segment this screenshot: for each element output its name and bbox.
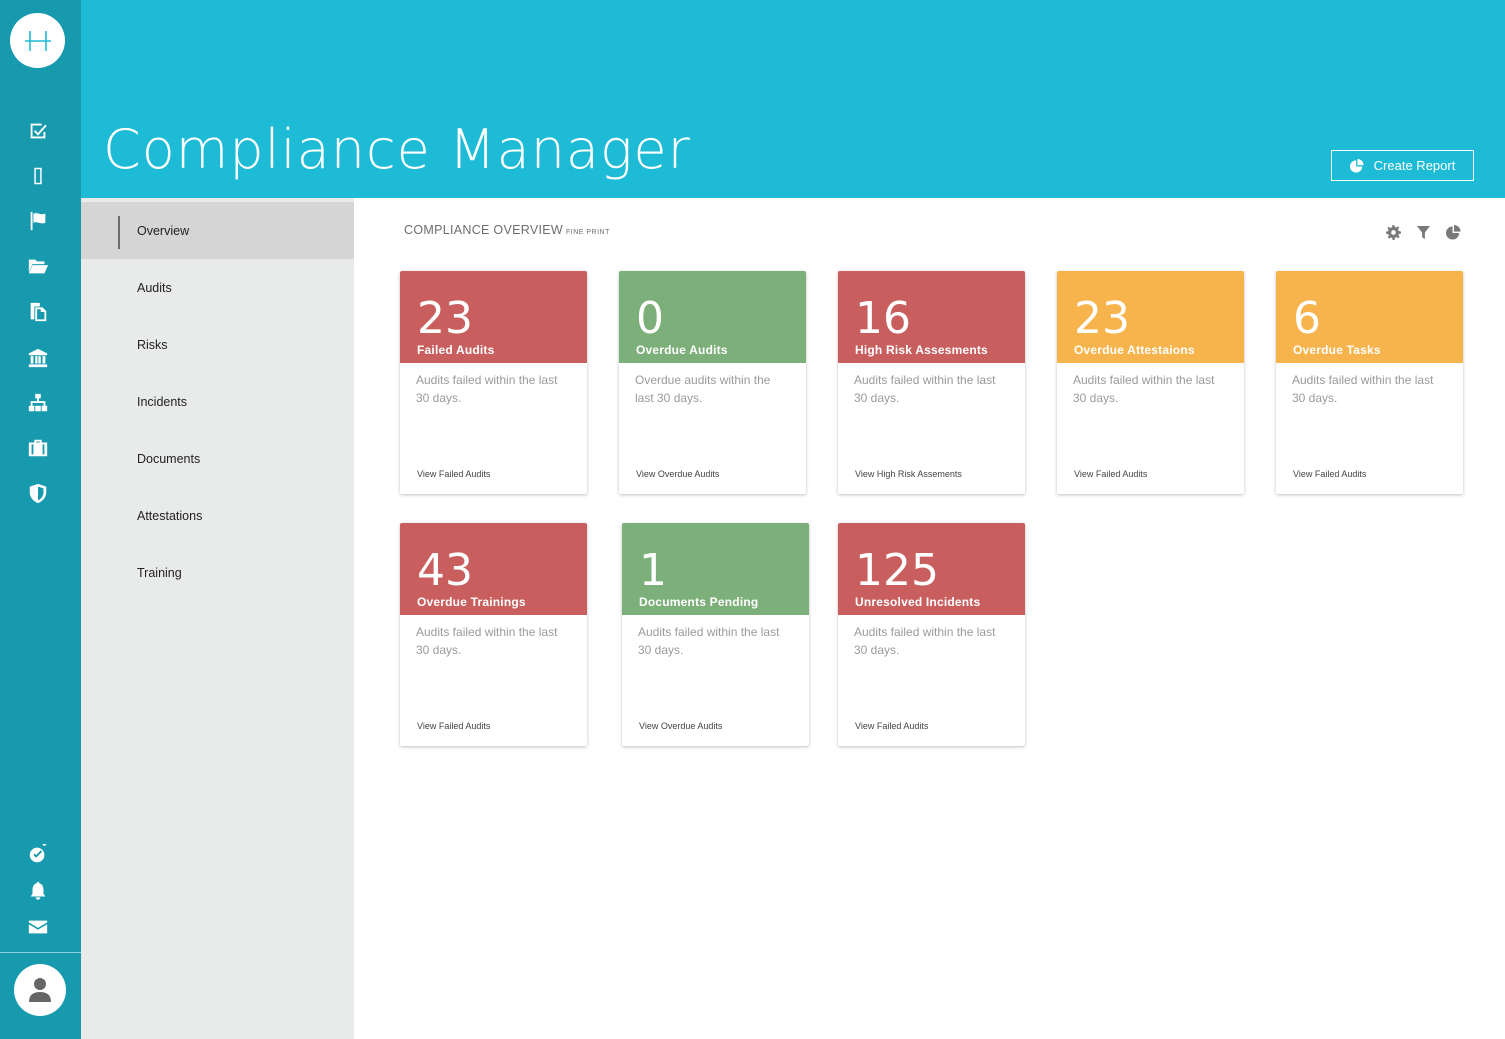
card-description: Audits failed within the last 30 days. — [416, 625, 558, 657]
card-description: Audits failed within the last 30 days. — [854, 625, 996, 657]
folder-open-icon[interactable] — [24, 253, 52, 279]
sitemap-icon[interactable] — [24, 390, 52, 416]
card-header: 16 High Risk Assesments — [838, 271, 1025, 363]
briefcase-icon[interactable] — [24, 435, 52, 461]
nav-item-label: Attestations — [137, 508, 203, 523]
nav-item-label: Incidents — [137, 394, 188, 409]
section-title-text: COMPLIANCE OVERVIEW — [404, 223, 563, 237]
mobile-icon[interactable] — [24, 163, 52, 189]
check-circle-icon[interactable] — [24, 842, 52, 868]
create-report-label: Create Report — [1373, 158, 1456, 173]
rail-divider — [0, 952, 81, 953]
card-link[interactable]: View Overdue Audits — [636, 469, 719, 479]
shield-icon[interactable] — [24, 480, 52, 506]
pie-chart-icon — [1349, 158, 1364, 173]
card-label: Overdue Trainings — [417, 595, 526, 609]
card-description: Audits failed within the last 30 days. — [638, 625, 780, 657]
nav-item-label: Training — [137, 565, 182, 580]
card-value: 23 — [1074, 293, 1130, 344]
card-link[interactable]: View Failed Audits — [1293, 469, 1366, 479]
fine-print: FINE PRINT — [565, 229, 610, 236]
nav-item-attestations[interactable]: Attestations — [81, 487, 354, 544]
user-icon — [29, 978, 51, 1002]
card-value: 6 — [1293, 293, 1321, 344]
app-logo[interactable] — [10, 13, 65, 68]
avatar[interactable] — [14, 964, 66, 1016]
card-label: Overdue Tasks — [1293, 343, 1381, 357]
card-link[interactable]: View Overdue Audits — [639, 721, 722, 731]
card-value: 16 — [855, 293, 911, 344]
bell-icon[interactable] — [24, 878, 52, 904]
gear-icon[interactable] — [1384, 223, 1402, 241]
nav-item-incidents[interactable]: Incidents — [81, 373, 354, 430]
card-description: Audits failed within the last 30 days. — [416, 373, 558, 405]
nav-item-label: Risks — [137, 337, 168, 352]
nav-item-training[interactable]: Training — [81, 544, 354, 601]
card-label: Overdue Attestaions — [1074, 343, 1195, 357]
metric-card-overdue-trainings[interactable]: 43 Overdue Trainings Audits failed withi… — [400, 523, 587, 746]
filter-icon[interactable] — [1414, 223, 1432, 241]
page-header: Compliance Manager Create Report — [81, 0, 1505, 198]
card-label: High Risk Assesments — [855, 343, 988, 357]
nav-item-label: Overview — [137, 223, 190, 238]
nav-item-label: Documents — [137, 451, 201, 466]
card-description: Overdue audits within the last 30 days. — [635, 373, 771, 405]
card-value: 43 — [417, 545, 473, 596]
card-header: 23 Overdue Attestaions — [1057, 271, 1244, 363]
logo-icon — [24, 30, 51, 51]
create-report-button[interactable]: Create Report — [1331, 150, 1474, 181]
nav-item-overview[interactable]: Overview — [81, 202, 354, 259]
card-value: 23 — [417, 293, 473, 344]
card-description: Audits failed within the last 30 days. — [854, 373, 996, 405]
card-link[interactable]: View Failed Audits — [417, 469, 490, 479]
card-header: 6 Overdue Tasks — [1276, 271, 1463, 363]
metric-card-failed-audits[interactable]: 23 Failed Audits Audits failed within th… — [400, 271, 587, 494]
checkbox-icon[interactable] — [24, 118, 52, 144]
card-value: 125 — [855, 545, 939, 596]
card-header: 43 Overdue Trainings — [400, 523, 587, 615]
nav-item-label: Audits — [137, 280, 172, 295]
card-value: 1 — [639, 545, 667, 596]
copy-icon[interactable] — [24, 299, 52, 325]
card-header: 0 Overdue Audits — [619, 271, 806, 363]
pie-chart-icon[interactable] — [1444, 223, 1462, 241]
secondary-nav: Overview Audits Risks Incidents Document… — [81, 198, 354, 1039]
card-label: Overdue Audits — [636, 343, 728, 357]
section-title: COMPLIANCE OVERVIEW FINE PRINT — [404, 223, 610, 237]
metric-card-high-risk[interactable]: 16 High Risk Assesments Audits failed wi… — [838, 271, 1025, 494]
card-label: Documents Pending — [639, 595, 759, 609]
card-link[interactable]: View High Risk Assements — [855, 469, 962, 479]
card-description: Audits failed within the last 30 days. — [1073, 373, 1215, 405]
card-label: Unresolved Incidents — [855, 595, 981, 609]
metric-card-overdue-audits[interactable]: 0 Overdue Audits Overdue audits within t… — [619, 271, 806, 494]
nav-item-risks[interactable]: Risks — [81, 316, 354, 373]
metric-card-overdue-tasks[interactable]: 6 Overdue Tasks Audits failed within the… — [1276, 271, 1463, 494]
card-header: 23 Failed Audits — [400, 271, 587, 363]
metric-card-overdue-attestations[interactable]: 23 Overdue Attestaions Audits failed wit… — [1057, 271, 1244, 494]
card-value: 0 — [636, 293, 664, 344]
card-label: Failed Audits — [417, 343, 495, 357]
card-header: 125 Unresolved Incidents — [838, 523, 1025, 615]
card-header: 1 Documents Pending — [622, 523, 809, 615]
nav-item-audits[interactable]: Audits — [81, 259, 354, 316]
icon-rail — [0, 0, 81, 1039]
flag-icon[interactable] — [24, 208, 52, 234]
page-title: Compliance Manager — [103, 118, 691, 181]
envelope-icon[interactable] — [24, 914, 52, 940]
card-link[interactable]: View Failed Audits — [417, 721, 490, 731]
card-description: Audits failed within the last 30 days. — [1292, 373, 1434, 405]
card-link[interactable]: View Failed Audits — [1074, 469, 1147, 479]
nav-item-documents[interactable]: Documents — [81, 430, 354, 487]
bank-icon[interactable] — [24, 345, 52, 371]
card-link[interactable]: View Failed Audits — [855, 721, 928, 731]
metric-card-documents-pending[interactable]: 1 Documents Pending Audits failed within… — [622, 523, 809, 746]
metric-card-unresolved-incidents[interactable]: 125 Unresolved Incidents Audits failed w… — [838, 523, 1025, 746]
